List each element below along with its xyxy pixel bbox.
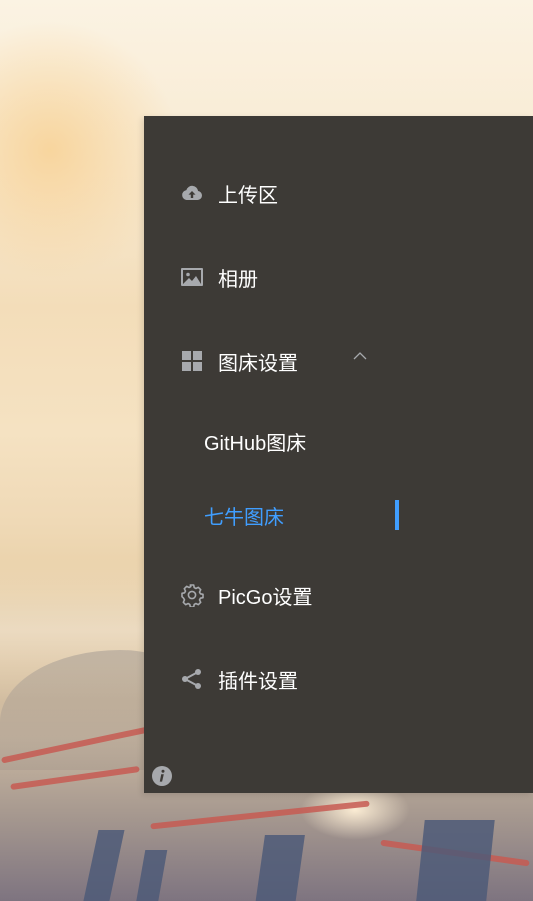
background-block [134,850,168,901]
sidebar-item-label: 相册 [218,268,258,291]
cloud-upload-icon [180,181,204,205]
grid-icon [180,349,204,373]
info-icon[interactable] [151,765,173,787]
sidebar-menu: 上传区 相册 图床设置 GitHub图床 七牛图床 PicGo设置 插件设置 [144,116,533,793]
gear-icon [180,583,204,607]
background-block [415,820,495,901]
submenu-item-label: 七牛图床 [204,506,284,529]
submenu-item-github[interactable]: GitHub图床 [144,413,533,469]
share-icon [180,667,204,691]
sidebar-item-label: 插件设置 [218,670,298,693]
background-block [81,830,125,901]
sidebar-item-gallery[interactable]: 相册 [144,249,533,305]
sidebar-item-label: 上传区 [218,184,278,207]
sidebar-item-label: PicGo设置 [218,586,313,609]
submenu-item-label: GitHub图床 [204,432,307,455]
image-icon [180,265,204,289]
sidebar-item-upload[interactable]: 上传区 [144,165,533,221]
background-block [255,835,305,901]
sidebar-item-plugin-settings[interactable]: 插件设置 [144,651,533,707]
active-indicator [395,500,399,530]
sidebar-item-label: 图床设置 [218,352,298,375]
sidebar-item-picgo-settings[interactable]: PicGo设置 [144,567,533,623]
sidebar-item-picbed-settings[interactable]: 图床设置 [144,333,533,389]
submenu-item-qiniu[interactable]: 七牛图床 [144,487,533,543]
chevron-up-icon[interactable] [350,348,370,364]
